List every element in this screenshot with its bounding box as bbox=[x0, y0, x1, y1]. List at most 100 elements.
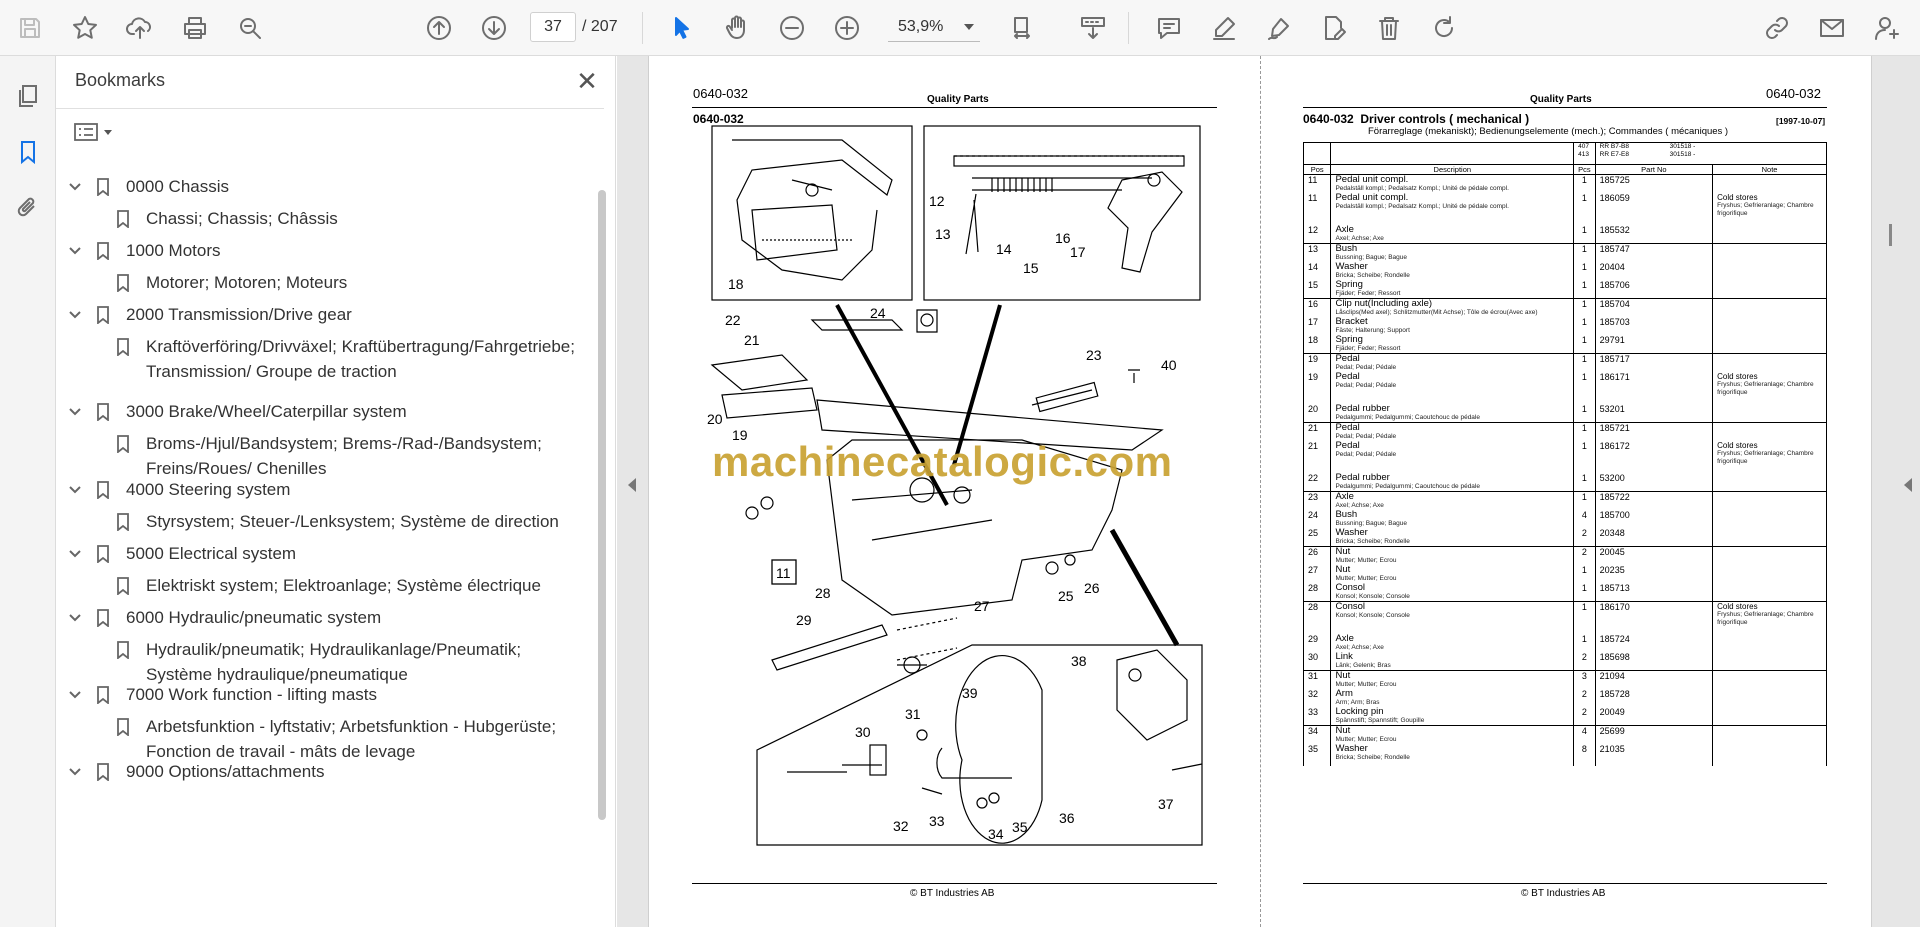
chevron-down-icon bbox=[104, 129, 112, 135]
expand-panel-icon[interactable] bbox=[1904, 478, 1912, 492]
upload-icon[interactable] bbox=[122, 10, 158, 46]
rotate-icon[interactable] bbox=[1426, 10, 1462, 46]
bookmark-parent[interactable]: 4000 Steering system bbox=[66, 477, 576, 502]
chevron-down-icon[interactable] bbox=[66, 399, 84, 424]
zoom-level-select[interactable]: 53,9% bbox=[888, 12, 980, 42]
chevron-down-icon[interactable] bbox=[66, 759, 84, 784]
bookmarks-icon[interactable] bbox=[10, 134, 46, 170]
bookmark-child[interactable]: Chassi; Chassis; Châssis bbox=[112, 206, 580, 231]
bookmark-parent[interactable]: 0000 Chassis bbox=[66, 174, 576, 199]
cell-note: Cold stores Fryshus; Gefrieranlage; Chamb… bbox=[1712, 193, 1827, 225]
close-icon[interactable]: ✕ bbox=[572, 66, 602, 96]
find-icon[interactable] bbox=[232, 10, 268, 46]
star-icon[interactable] bbox=[67, 10, 103, 46]
edit-pdf-icon[interactable] bbox=[1316, 10, 1352, 46]
diagram-callout: 21 bbox=[744, 332, 760, 348]
part-description-translations: Fjäder; Feder; Ressort bbox=[1335, 290, 1401, 297]
cell-pos: 17 bbox=[1302, 317, 1332, 335]
panel-scrollbar[interactable] bbox=[598, 190, 606, 820]
diagram-callout: 31 bbox=[905, 706, 921, 722]
chevron-down-icon[interactable] bbox=[66, 477, 84, 502]
cell-pcs: 8 bbox=[1573, 743, 1596, 762]
zoom-in-icon[interactable] bbox=[829, 10, 865, 46]
part-description: Pedal bbox=[1335, 353, 1360, 364]
section-subtitle: Förarreglage (mekaniskt); Bedienungselem… bbox=[1368, 126, 1729, 137]
bookmark-parent[interactable]: 1000 Motors bbox=[66, 238, 576, 263]
page-number-input[interactable]: 37 bbox=[530, 12, 576, 42]
viewer-scroll-thumb[interactable] bbox=[1889, 224, 1892, 246]
bookmark-child[interactable]: Kraftöverföring/Drivväxel; Kraftübertrag… bbox=[112, 334, 580, 384]
cell-pcs: 1 bbox=[1573, 317, 1596, 335]
cell-pos: 30 bbox=[1302, 651, 1332, 670]
hand-tool-icon[interactable] bbox=[719, 10, 755, 46]
chevron-down-icon[interactable] bbox=[66, 605, 84, 630]
delete-icon[interactable] bbox=[1371, 10, 1407, 46]
page-thumbnails-icon[interactable] bbox=[10, 78, 46, 114]
table-header-row: Pos Description Pcs Part No Note bbox=[1302, 164, 1827, 175]
email-icon[interactable] bbox=[1814, 10, 1850, 46]
part-description: Pedal rubber bbox=[1335, 403, 1390, 414]
cell-pcs: 1 bbox=[1573, 601, 1596, 634]
part-description: Axle bbox=[1335, 491, 1354, 502]
bookmark-icon bbox=[92, 682, 114, 707]
part-description: Pedal bbox=[1335, 440, 1360, 451]
bookmark-label: 2000 Transmission/Drive gear bbox=[126, 305, 352, 324]
comment-icon[interactable] bbox=[1151, 10, 1187, 46]
highlight-icon[interactable] bbox=[1206, 10, 1242, 46]
part-description-translations: Fäste; Halterung; Support bbox=[1335, 327, 1410, 334]
cell-pcs: 2 bbox=[1573, 546, 1596, 565]
chevron-down-icon[interactable] bbox=[66, 302, 84, 327]
bookmark-child[interactable]: Styrsystem; Steuer-/Lenksystem; Système … bbox=[112, 509, 580, 534]
scroll-mode-icon[interactable] bbox=[1070, 10, 1116, 46]
bookmark-parent[interactable]: 3000 Brake/Wheel/Caterpillar system bbox=[66, 399, 576, 424]
part-description-translations: Axel; Achse; Axe bbox=[1335, 643, 1384, 651]
panel-title: Bookmarks bbox=[75, 70, 166, 90]
part-description: Consol bbox=[1335, 582, 1366, 593]
cell-pcs: 2 bbox=[1573, 528, 1596, 547]
cell-pos: 18 bbox=[1302, 335, 1332, 354]
table-row: 16 Clip nut(Including axle) Låsclips(Med a… bbox=[1302, 298, 1827, 317]
bookmark-child[interactable]: Hydraulik/pneumatik; Hydraulikanlage/Pne… bbox=[112, 637, 580, 687]
bookmark-label: Motorer; Motoren; Moteurs bbox=[146, 273, 348, 292]
chevron-down-icon[interactable] bbox=[66, 682, 84, 707]
next-page-icon[interactable] bbox=[476, 10, 512, 46]
select-tool-icon[interactable] bbox=[664, 10, 700, 46]
cell-partno: 185721 bbox=[1594, 422, 1714, 441]
bookmark-parent[interactable]: 5000 Electrical system bbox=[66, 541, 576, 566]
bookmark-label: 6000 Hydraulic/pneumatic system bbox=[126, 608, 382, 627]
part-description: Pedal rubber bbox=[1335, 472, 1390, 483]
chevron-down-icon[interactable] bbox=[66, 238, 84, 263]
chevron-down-icon[interactable] bbox=[66, 541, 84, 566]
add-user-icon[interactable] bbox=[1869, 10, 1905, 46]
zoom-out-icon[interactable] bbox=[774, 10, 810, 46]
bookmark-options-button[interactable] bbox=[74, 118, 124, 146]
bookmark-parent[interactable]: 7000 Work function - lifting masts bbox=[66, 682, 576, 707]
page-fit-icon[interactable] bbox=[1002, 10, 1048, 46]
cell-partno: 185728 bbox=[1594, 688, 1714, 707]
collapse-panel-icon[interactable] bbox=[628, 478, 636, 492]
print-icon[interactable] bbox=[177, 10, 213, 46]
bookmark-parent[interactable]: 2000 Transmission/Drive gear bbox=[66, 302, 576, 327]
part-description-translations: Axel; Achse; Axe bbox=[1335, 502, 1384, 509]
part-description-translations: Pedalgummi; Pedalgummi; Caoutchouc de pé… bbox=[1335, 483, 1480, 490]
attachment-icon[interactable] bbox=[10, 190, 46, 226]
bookmark-icon bbox=[112, 714, 134, 739]
part-description-translations: Länk; Gelenk; Bras bbox=[1335, 661, 1391, 669]
bookmark-parent[interactable]: 6000 Hydraulic/pneumatic system bbox=[66, 605, 576, 630]
cell-note bbox=[1712, 565, 1827, 583]
sign-icon[interactable] bbox=[1261, 10, 1297, 46]
bookmark-parent[interactable]: 9000 Options/attachments bbox=[66, 759, 576, 784]
bookmark-child[interactable]: Broms-/Hjul/Bandsystem; Brems-/Rad-/Band… bbox=[112, 431, 580, 481]
share-link-icon[interactable] bbox=[1759, 10, 1795, 46]
cell-pcs: 1 bbox=[1573, 335, 1596, 354]
prev-page-icon[interactable] bbox=[421, 10, 457, 46]
right-page-header: Quality Parts bbox=[1530, 94, 1592, 105]
save-icon[interactable] bbox=[12, 10, 48, 46]
bookmark-child[interactable]: Arbetsfunktion - lyftstativ; Arbetsfunkt… bbox=[112, 714, 580, 764]
chevron-down-icon[interactable] bbox=[66, 174, 84, 199]
part-description: Nut bbox=[1335, 669, 1351, 681]
part-description-translations: Bricka; Scheibe; Rondelle bbox=[1335, 538, 1410, 545]
bookmark-child[interactable]: Motorer; Motoren; Moteurs bbox=[112, 270, 580, 295]
bookmark-child[interactable]: Elektriskt system; Elektroanlage; Systèm… bbox=[112, 573, 580, 598]
table-row: 27 Nut Mutter; Mutter; Ecrou 1 20235 bbox=[1302, 565, 1827, 583]
